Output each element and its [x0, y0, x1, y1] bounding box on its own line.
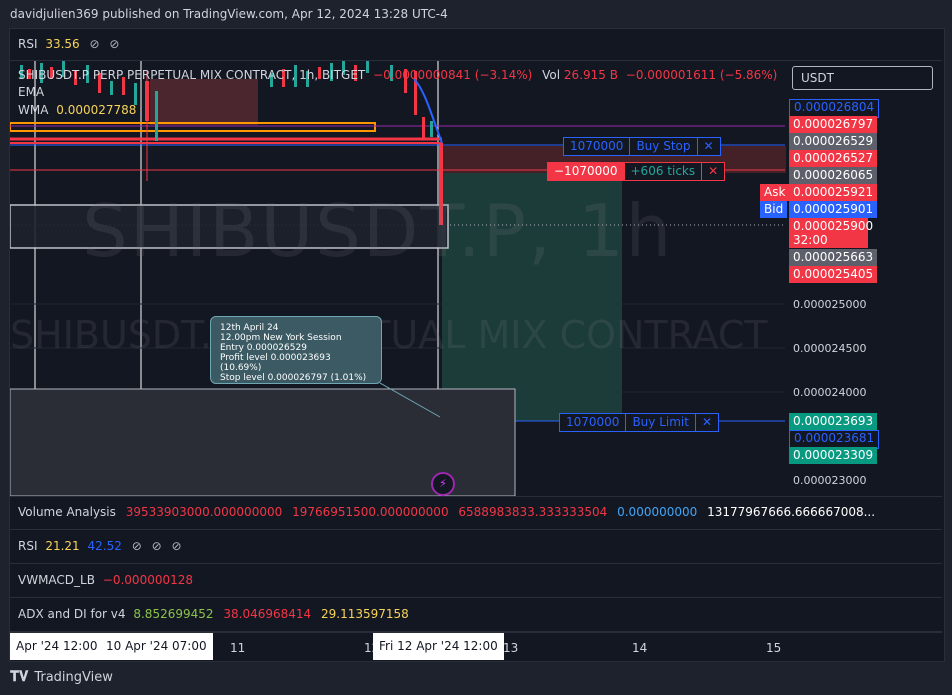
rsi-ma-value: 42.52: [87, 539, 122, 553]
adx-panel: ADX and DI for v4 8.852699452 38.0469684…: [10, 598, 942, 632]
rsi-top-name: RSI: [18, 37, 38, 51]
price-tag-25405: 0.000025405: [789, 266, 878, 283]
volume-analysis-v2: 19766951500.000000000: [292, 505, 449, 519]
currency-select[interactable]: USDT: [792, 66, 933, 90]
price-tag-26529: 0.000026529: [789, 133, 878, 150]
axis-tick-24000: 0.000024000: [793, 386, 867, 399]
ask-label: Ask: [760, 184, 790, 201]
callout-stop: Stop level 0.000026797 (1.01%): [220, 373, 367, 383]
callout-session: 12.00pm New York Session: [220, 333, 342, 343]
top-bar: davidjulien369 published on TradingView.…: [0, 0, 952, 28]
buy-stop-label[interactable]: Buy Stop: [630, 138, 698, 155]
bar-countdown: 32:00: [793, 233, 828, 247]
rsi-value: 21.21: [45, 539, 80, 553]
time-axis[interactable]: Apr '24 12:00 10 Apr '24 07:00 11 12 Fri…: [10, 632, 942, 660]
buy-limit-order[interactable]: 1070000 Buy Limit ✕: [559, 413, 720, 432]
position-close-icon[interactable]: ✕: [702, 163, 724, 180]
time-tick-crosshair-start: Apr '24 12:00: [10, 633, 104, 660]
adx-legend: ADX and DI for v4 8.852699452 38.0469684…: [18, 607, 409, 621]
symbol-change: −0.0000000841 (−3.14%): [373, 68, 533, 82]
bid-label: Bid: [760, 201, 788, 218]
adx-value: 8.852699452: [133, 607, 214, 621]
position-order[interactable]: −1070000 +606 ticks ✕: [547, 162, 726, 181]
ask-price: 0.000025921: [789, 184, 878, 201]
wma-value: 0.000027788: [56, 103, 137, 117]
tradingview-logo-icon: 𝐓𝐕: [10, 669, 29, 685]
ema-legend: EMA: [18, 85, 45, 99]
rsi-top-value: 33.56: [45, 37, 80, 51]
vol-value: 26.915 B: [563, 68, 618, 82]
axis-tick-23000: 0.000023000: [793, 474, 867, 487]
rsi-top-legend: RSI 33.56 ⊘ ⊘: [18, 37, 119, 51]
price-tag-23309: 0.000023309: [789, 447, 878, 464]
supply-zone: [150, 79, 258, 125]
hide-icon[interactable]: ⊘: [90, 37, 100, 51]
callout-entry: Entry 0.000026529: [220, 343, 307, 353]
volume-analysis-name[interactable]: Volume Analysis: [18, 505, 116, 519]
price-tag-25663: 0.000025663: [789, 249, 878, 266]
symbol-legend: SHIBUSDT.P PERP PERPETUAL MIX CONTRACT, …: [18, 68, 777, 82]
vwmacd-legend: VWMACD_LB −0.000000128: [18, 573, 193, 587]
price-tag-26797: 0.000026797: [789, 116, 878, 133]
volume-analysis-legend: Volume Analysis 39533903000.000000000 19…: [18, 505, 875, 519]
axis-tick-25000: 0.000025000: [793, 298, 867, 311]
position-qty[interactable]: −1070000: [548, 163, 625, 180]
lightning-icon[interactable]: ⚡: [431, 472, 455, 496]
rsi-panel: RSI 21.21 42.52 ⊘ ⊘ ⊘: [10, 530, 942, 564]
vwmacd-value: −0.000000128: [102, 573, 194, 587]
rsi-name[interactable]: RSI: [18, 539, 38, 553]
di-minus-value: 38.046968414: [223, 607, 312, 621]
price-tag-26065: 0.000026065: [789, 167, 878, 184]
buy-limit-close-icon[interactable]: ✕: [696, 414, 718, 431]
time-tick-15: 15: [766, 641, 782, 655]
callout-date: 12th April 24: [220, 323, 279, 333]
time-tick-crosshair: Fri 12 Apr '24 12:00: [373, 633, 504, 660]
adx-name[interactable]: ADX and DI for v4: [18, 607, 126, 621]
vol-change: −0.000001611 (−5.86%): [625, 68, 778, 82]
volume-analysis-panel: Volume Analysis 39533903000.000000000 19…: [10, 496, 942, 530]
vwmacd-panel: VWMACD_LB −0.000000128: [10, 564, 942, 598]
watermark-big: SHIBUSDT.P, 1h: [82, 189, 674, 273]
main-chart[interactable]: SHIBUSDT.P, 1h SHIBUSDT.P PERPETUAL MIX …: [10, 61, 942, 496]
rsi-top-panel: RSI 33.56 ⊘ ⊘: [10, 29, 942, 61]
hide-icon[interactable]: ⊘: [152, 539, 162, 553]
price-tag-23693: 0.000023693: [789, 413, 878, 430]
buy-stop-qty[interactable]: 1070000: [564, 138, 631, 155]
footer-brand: TradingView: [34, 669, 113, 685]
buy-stop-close-icon[interactable]: ✕: [698, 138, 720, 155]
position-ticks: +606 ticks: [625, 163, 703, 180]
vwmacd-name[interactable]: VWMACD_LB: [18, 573, 95, 587]
buy-stop-order[interactable]: 1070000 Buy Stop ✕: [563, 137, 721, 156]
bid-price: 0.000025901: [789, 201, 878, 218]
volume-analysis-v3: 6588983833.333333504: [458, 505, 608, 519]
last-price: 0.000025900: [793, 219, 874, 233]
last-price-tag: 0.000025900 32:00: [789, 218, 874, 248]
published-info: davidjulien369 published on TradingView.…: [10, 7, 448, 21]
time-tick-13: 13: [503, 641, 519, 655]
price-axis[interactable]: USDT 0.000026804 0.000026797 0.000026529…: [760, 61, 942, 496]
buy-limit-qty[interactable]: 1070000: [560, 414, 627, 431]
hide-icon[interactable]: ⊘: [132, 539, 142, 553]
time-tick-14: 14: [632, 641, 648, 655]
symbol-title[interactable]: SHIBUSDT.P PERP PERPETUAL MIX CONTRACT, …: [18, 68, 365, 82]
settings-icon[interactable]: ⊘: [109, 37, 119, 51]
callout-profit: Profit level 0.000023693 (10.69%): [220, 353, 331, 373]
watermark-sub: SHIBUSDT.P PERPETUAL MIX CONTRACT: [10, 313, 768, 357]
axis-tick-24500: 0.000024500: [793, 342, 867, 355]
hide-icon[interactable]: ⊘: [171, 539, 181, 553]
volume-analysis-v5: 13177967666.666667008...: [707, 505, 876, 519]
time-tick-10-apr: 10 Apr '24 07:00: [100, 633, 213, 660]
wma-label: WMA: [18, 103, 49, 117]
rsi-legend: RSI 21.21 42.52 ⊘ ⊘ ⊘: [18, 539, 182, 553]
wma-legend: WMA 0.000027788: [18, 103, 136, 117]
footer: 𝐓𝐕 TradingView: [10, 669, 113, 685]
buy-limit-label[interactable]: Buy Limit: [626, 414, 696, 431]
volume-analysis-v1: 39533903000.000000000: [125, 505, 283, 519]
time-tick-11: 11: [230, 641, 246, 655]
price-tag-26527: 0.000026527: [789, 150, 878, 167]
di-plus-value: 29.113597158: [320, 607, 409, 621]
vol-label: Vol: [542, 68, 561, 82]
trade-callout[interactable]: 12th April 24 12.00pm New York Session E…: [210, 316, 382, 384]
volume-analysis-v4: 0.000000000: [617, 505, 698, 519]
